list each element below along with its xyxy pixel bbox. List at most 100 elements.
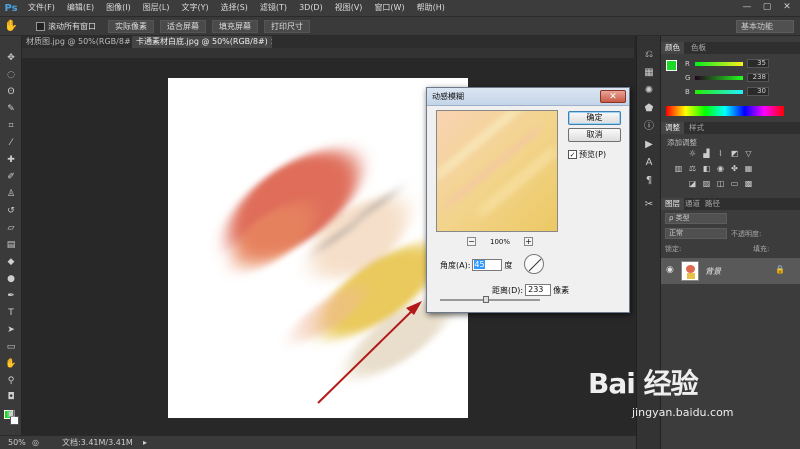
menu-window[interactable]: 窗口(W) [368,0,410,16]
channel-mixer-icon[interactable]: ✤ [729,164,740,174]
path-select-tool-icon[interactable]: ➤ [3,324,19,337]
channel-r-value[interactable]: 35 [747,59,769,68]
channel-g-bar[interactable] [695,76,743,80]
tab-material[interactable]: 材质图.jpg @ 50%(RGB/8#) × [22,36,130,48]
zoom-readout[interactable]: 50% [8,437,26,449]
levels-icon[interactable]: ▟ [701,149,712,159]
dodge-tool-icon[interactable]: ● [3,273,19,286]
fill-screen-button[interactable]: 填充屏幕 [212,20,258,33]
preview-checkbox[interactable]: ✓ [568,150,577,159]
invert-icon[interactable]: ◪ [687,179,698,189]
hand-tool-icon[interactable]: ✋ [4,19,18,33]
angle-dial[interactable] [524,254,544,274]
eye-icon[interactable]: ◉ [666,265,674,275]
scroll-all-windows-option[interactable]: 滚动所有窗口 [36,21,96,32]
menu-layer[interactable]: 图层(L) [137,0,176,16]
tab-color[interactable]: 颜色 [661,42,684,54]
fit-screen-button[interactable]: 适合屏幕 [160,20,206,33]
history-icon[interactable]: ⎌ [641,48,657,62]
preview-pane[interactable] [436,110,558,232]
marquee-tool-icon[interactable]: ◌ [3,69,19,82]
stamp-tool-icon[interactable]: ♙ [3,188,19,201]
clone-source-icon[interactable]: ⬟ [641,102,657,116]
gradient-map-icon[interactable]: ▭ [729,179,740,189]
menu-filter[interactable]: 滤镜(T) [254,0,293,16]
layer-row[interactable]: ◉ 背景 🔒 [661,258,800,284]
shape-tool-icon[interactable]: ▭ [3,341,19,354]
quick-mask-icon[interactable]: ◘ [3,391,19,404]
pen-tool-icon[interactable]: ✒ [3,290,19,303]
lasso-tool-icon[interactable]: ʘ [3,86,19,99]
tab-adjustments[interactable]: 调整 [661,122,684,134]
quick-select-tool-icon[interactable]: ✎ [3,103,19,116]
distance-input[interactable]: 233 [525,284,552,296]
screen-mode-icon[interactable]: ▣ [3,408,19,421]
menu-type[interactable]: 文字(Y) [175,0,214,16]
crop-tool-icon[interactable]: ⌗ [3,120,19,133]
tab-cartoon[interactable]: 卡通素材白底.jpg @ 50%(RGB/8#) × [132,36,272,48]
eraser-tool-icon[interactable]: ▱ [3,222,19,235]
tool-presets-icon[interactable]: ✂ [641,198,657,212]
dialog-close-button[interactable]: ✕ [600,90,626,103]
posterize-icon[interactable]: ▨ [701,179,712,189]
color-balance-icon[interactable]: ⚖ [687,164,698,174]
channel-b-bar[interactable] [695,90,743,94]
actual-pixels-button[interactable]: 实际像素 [108,20,154,33]
character-icon[interactable]: A [641,156,657,170]
threshold-icon[interactable]: ◫ [715,179,726,189]
distance-slider-thumb[interactable] [483,296,489,303]
ok-button[interactable]: 确定 [568,111,621,125]
workspace-select[interactable]: 基本功能 [736,20,794,33]
eyedropper-tool-icon[interactable]: ⁄ [3,137,19,150]
layer-filter-select[interactable]: ρ 类型 [665,213,727,224]
minimize-button[interactable]: — [738,1,756,14]
black-white-icon[interactable]: ◧ [701,164,712,174]
preview-checkbox-row[interactable]: ✓ 预览(P) [568,149,606,160]
maximize-button[interactable]: ▢ [758,1,776,14]
channel-b-value[interactable]: 30 [747,87,769,96]
menu-3d[interactable]: 3D(D) [293,0,329,16]
type-tool-icon[interactable]: T [3,307,19,320]
scroll-all-checkbox[interactable] [36,22,45,31]
hue-sat-icon[interactable]: ▥ [673,164,684,174]
channel-g-value[interactable]: 238 [747,73,769,82]
tab-paths[interactable]: 路径 [701,198,724,210]
blend-mode-select[interactable]: 正常 [665,228,727,239]
move-tool-icon[interactable]: ✥ [3,52,19,65]
hand-tool-icon[interactable]: ✋ [3,358,19,371]
actions-icon[interactable]: ▶ [641,138,657,152]
status-icon[interactable]: ◎ [32,437,39,449]
brush-tool-icon[interactable]: ✐ [3,171,19,184]
brush-presets-icon[interactable]: ✺ [641,84,657,98]
curves-icon[interactable]: ⌇ [715,149,726,159]
selective-color-icon[interactable]: ▩ [743,179,754,189]
tab-swatches[interactable]: 色板 [687,42,710,54]
zoom-tool-icon[interactable]: ⚲ [3,375,19,388]
brightness-icon[interactable]: ☼ [687,149,698,159]
color-fg-swatch[interactable] [666,60,677,71]
exposure-icon[interactable]: ◩ [729,149,740,159]
menu-image[interactable]: 图像(I) [100,0,137,16]
channel-r-bar[interactable] [695,62,743,66]
properties-icon[interactable]: ▦ [641,66,657,80]
blur-tool-icon[interactable]: ◆ [3,256,19,269]
zoom-out-button[interactable]: − [467,237,476,246]
photo-filter-icon[interactable]: ◉ [715,164,726,174]
menu-file[interactable]: 文件(F) [22,0,61,16]
print-size-button[interactable]: 打印尺寸 [264,20,310,33]
color-lookup-icon[interactable]: ▦ [743,164,754,174]
color-spectrum[interactable] [666,106,784,116]
distance-slider-track[interactable] [440,299,540,301]
menu-help[interactable]: 帮助(H) [411,0,451,16]
cancel-button[interactable]: 取消 [568,128,621,142]
history-brush-tool-icon[interactable]: ↺ [3,205,19,218]
menu-select[interactable]: 选择(S) [215,0,254,16]
tab-styles[interactable]: 样式 [685,122,708,134]
angle-input[interactable]: 45 [472,259,503,271]
menu-view[interactable]: 视图(V) [329,0,369,16]
close-window-button[interactable]: ✕ [778,1,796,14]
menu-edit[interactable]: 编辑(E) [61,0,100,16]
gradient-tool-icon[interactable]: ▤ [3,239,19,252]
paragraph-icon[interactable]: ¶ [641,174,657,188]
vibrance-icon[interactable]: ▽ [743,149,754,159]
